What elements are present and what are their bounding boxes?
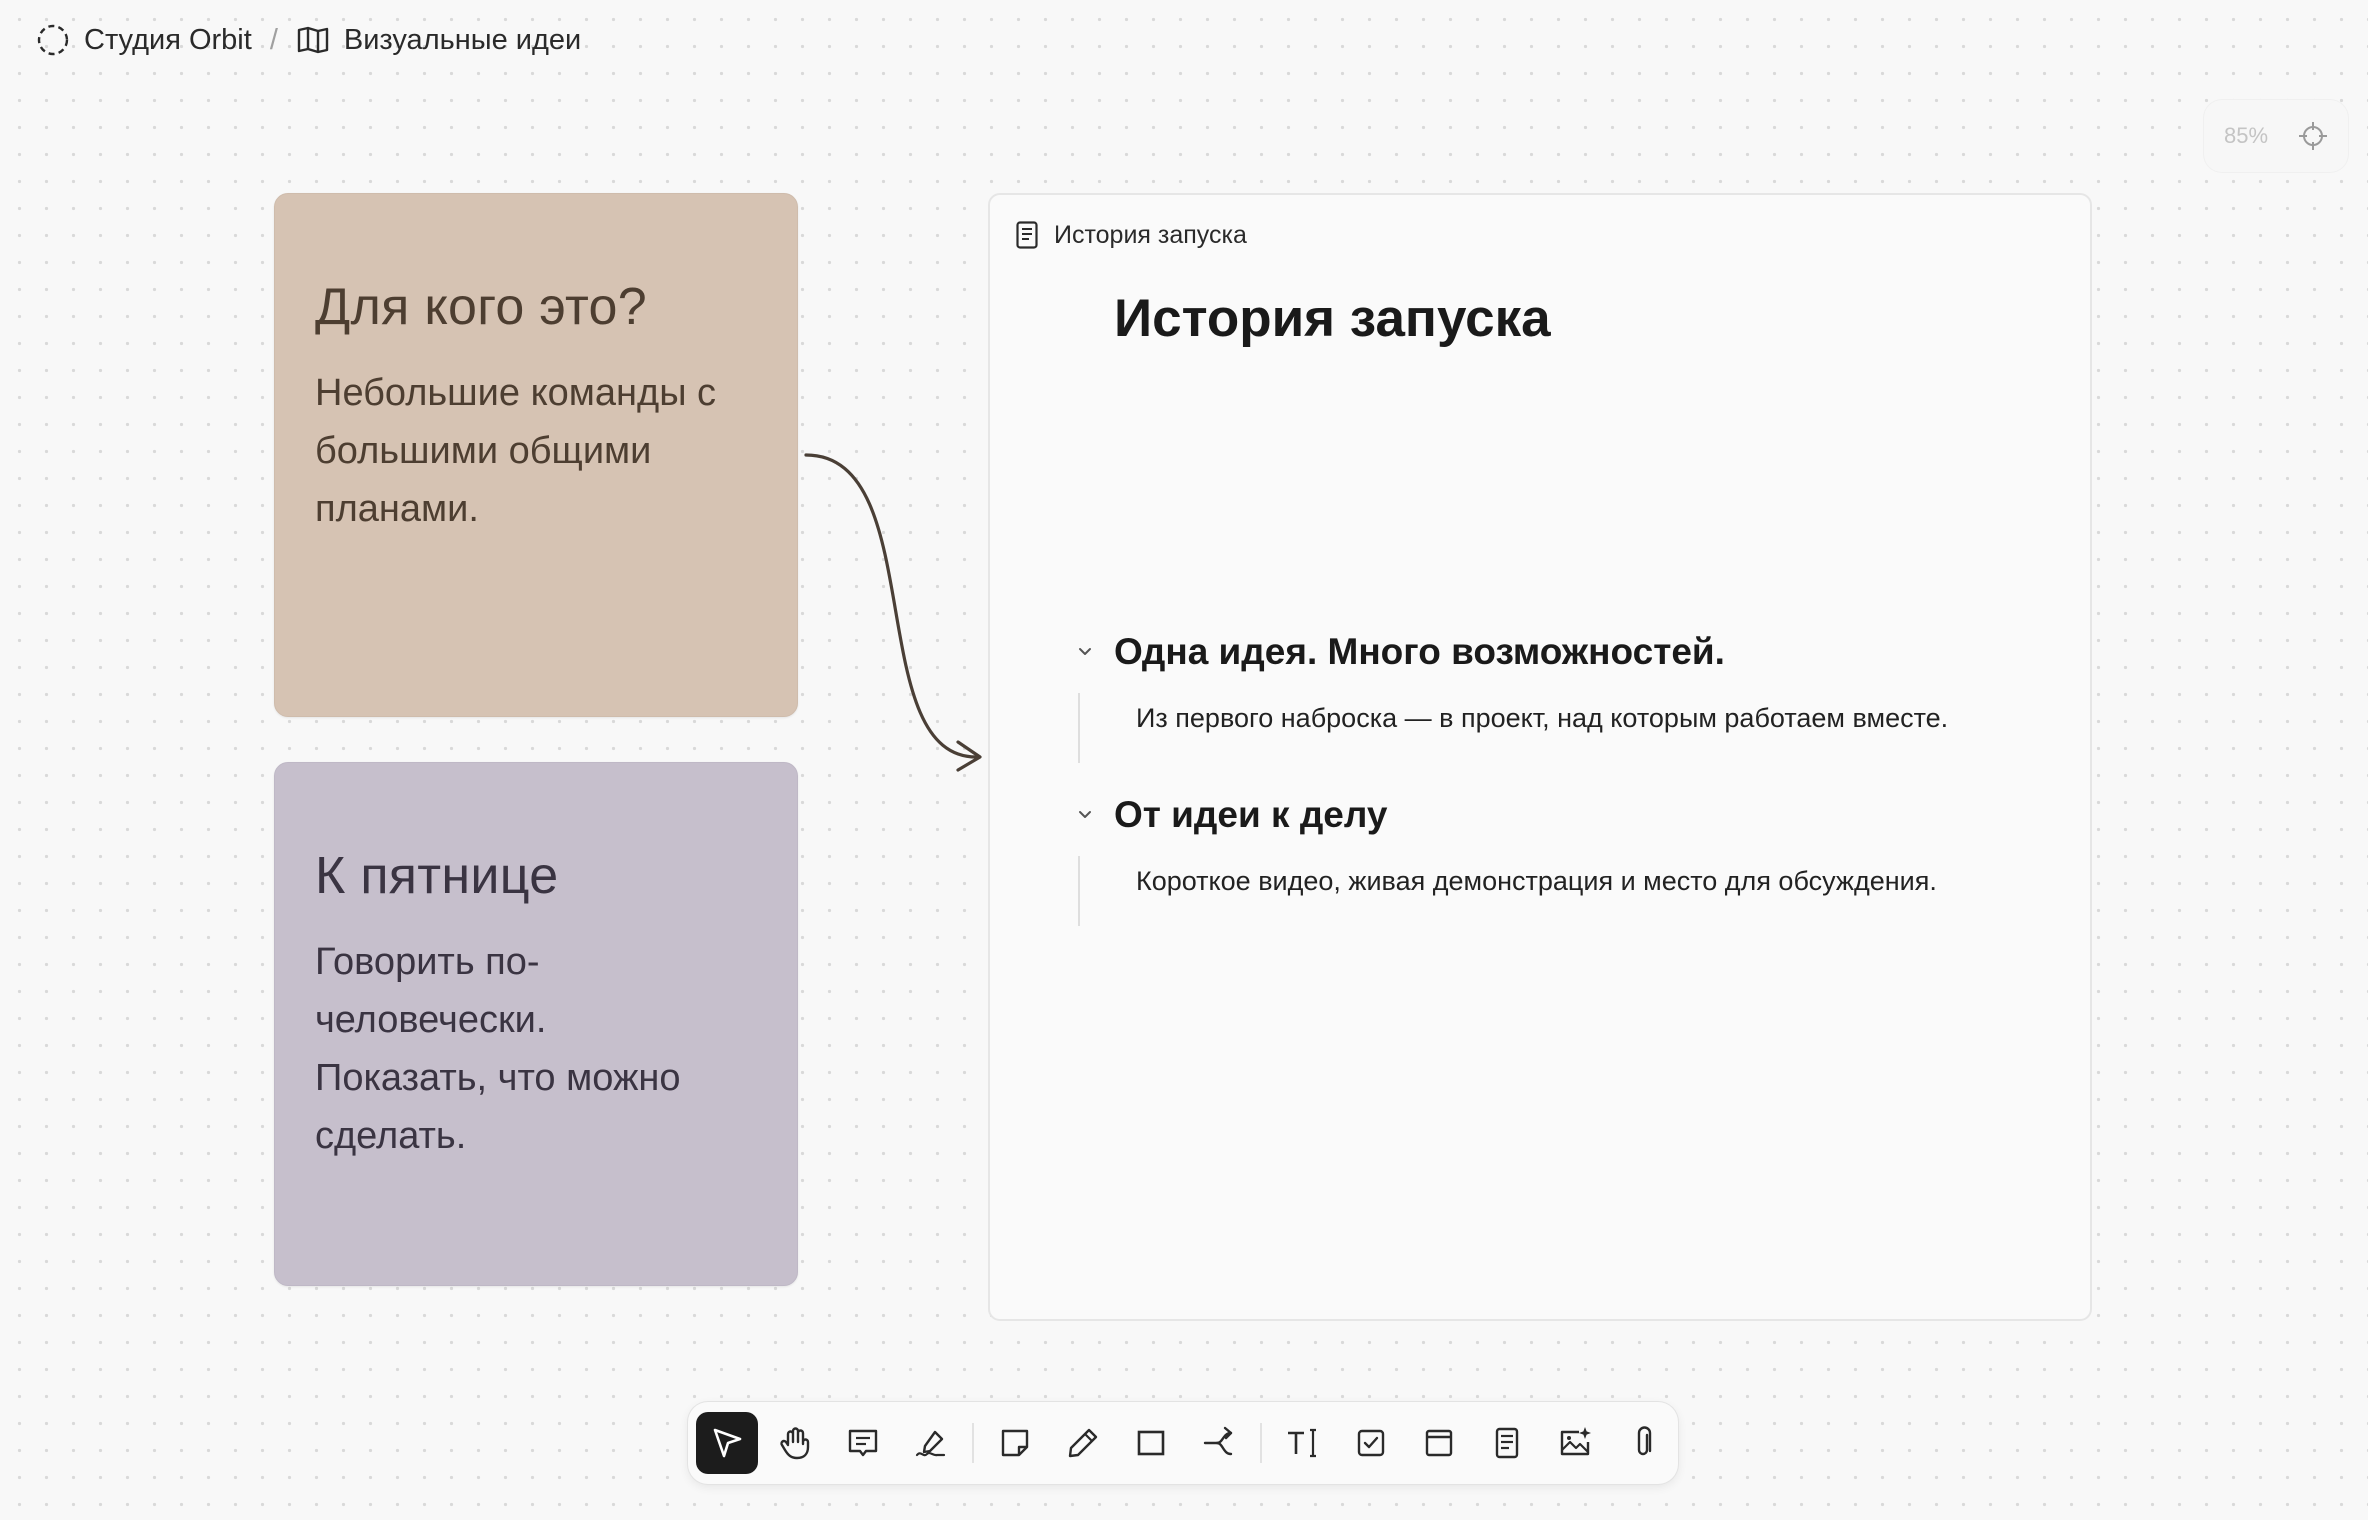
document-card[interactable]: История запуска История запуска Одна иде… [988, 193, 2092, 1321]
signature-icon [915, 1430, 946, 1457]
toolbar-divider [972, 1423, 974, 1463]
connector-icon [1203, 1426, 1233, 1456]
breadcrumb-separator: / [269, 23, 278, 56]
attachment-tool-button[interactable] [1612, 1412, 1674, 1474]
crosshair-icon[interactable] [2298, 121, 2328, 151]
ai-image-tool-button[interactable] [1544, 1412, 1606, 1474]
section-content: Короткое видео, живая демонстрация и мес… [1078, 856, 2058, 926]
zoom-level[interactable]: 85% [2224, 123, 2268, 149]
section-indent-line [1078, 856, 1080, 926]
comment-icon [848, 1429, 878, 1457]
document-icon [1495, 1427, 1519, 1459]
section-title: Одна идея. Много возможностей. [1114, 631, 1725, 672]
section-body: Из первого наброска — в проект, над кото… [1136, 703, 1949, 733]
section-indent-line [1078, 693, 1080, 763]
text-tool-button[interactable] [1272, 1412, 1334, 1474]
document-tool-button[interactable] [1476, 1412, 1538, 1474]
signature-tool-button[interactable] [900, 1412, 962, 1474]
text-icon [1288, 1428, 1316, 1458]
section-title: От идеи к делу [1114, 794, 1388, 835]
breadcrumb-board[interactable]: Визуальные идеи [296, 24, 581, 57]
chevron-down-icon[interactable] [1078, 810, 1114, 820]
sticky-note-body: Говорить по- человечески. Показать, что … [315, 940, 681, 1157]
section-header: От идеи к делу [1078, 790, 2058, 840]
toolbar-divider [1260, 1423, 1262, 1463]
comment-tool-button[interactable] [832, 1412, 894, 1474]
dashed-circle-icon [37, 24, 69, 56]
breadcrumb-board-label: Визуальные идеи [343, 23, 582, 56]
tool-toolbar [688, 1402, 1678, 1484]
sticky-note-body: Небольшие команды с большими общими план… [315, 371, 717, 530]
zoom-widget: 85% [2204, 100, 2348, 172]
hand-icon [780, 1427, 810, 1460]
sticky-note-icon [1001, 1429, 1029, 1457]
breadcrumb-workspace[interactable]: Студия Orbit [36, 23, 252, 57]
section-content: Из первого наброска — в проект, над кото… [1078, 693, 2058, 763]
select-tool-button[interactable] [696, 1412, 758, 1474]
checkbox-icon [1357, 1429, 1385, 1457]
sticky-note-audience[interactable]: Для кого это? Небольшие команды с больши… [274, 193, 798, 717]
frame-tool-button[interactable] [1408, 1412, 1470, 1474]
chevron-down-icon[interactable] [1078, 647, 1114, 657]
rectangle-icon [1137, 1430, 1165, 1456]
frame-icon [1425, 1429, 1453, 1457]
document-section: От идеи к делу Короткое видео, живая дем… [1078, 790, 2058, 926]
document-title: История запуска [1114, 289, 1551, 348]
breadcrumb: Студия Orbit / Визуальные идеи [36, 18, 581, 62]
document-header: История запуска [1016, 215, 1247, 255]
task-tool-button[interactable] [1340, 1412, 1402, 1474]
document-icon [1016, 221, 1038, 249]
open-book-icon [297, 26, 329, 54]
sticky-note-title: К пятнице [315, 847, 559, 905]
hand-tool-button[interactable] [764, 1412, 826, 1474]
paperclip-icon [1637, 1426, 1652, 1456]
section-body: Короткое видео, живая демонстрация и мес… [1136, 866, 1937, 896]
sticky-note-friday[interactable]: К пятнице Говорить по- человечески. Пока… [274, 762, 798, 1286]
section-header: Одна идея. Много возможностей. [1078, 627, 2058, 677]
sticky-note-title: Для кого это? [315, 278, 647, 336]
document-header-label: История запуска [1054, 220, 1247, 249]
document-section: Одна идея. Много возможностей. Из первог… [1078, 627, 2058, 763]
breadcrumb-workspace-label: Студия Orbit [84, 23, 252, 56]
ai-image-icon [1560, 1427, 1591, 1456]
connector-tool-button[interactable] [1188, 1412, 1250, 1474]
cursor-icon [713, 1428, 742, 1458]
pen-tool-button[interactable] [1052, 1412, 1114, 1474]
pen-icon [1068, 1428, 1098, 1458]
sticky-note-tool-button[interactable] [984, 1412, 1046, 1474]
rectangle-tool-button[interactable] [1120, 1412, 1182, 1474]
